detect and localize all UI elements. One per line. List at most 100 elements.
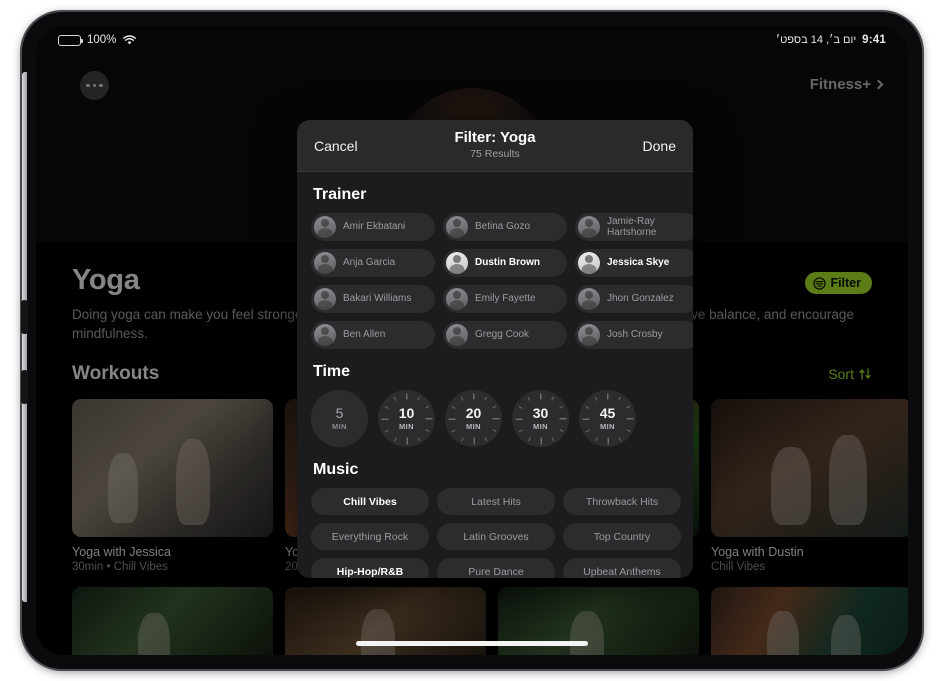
dial-tick — [550, 436, 554, 441]
trainer-avatar — [314, 216, 336, 238]
dial-tick — [626, 417, 633, 420]
trainer-name: Jessica Skye — [607, 257, 670, 269]
dial-tick — [585, 405, 590, 409]
trainer-pill[interactable]: Jamie-Ray Hartshorne — [575, 213, 693, 241]
time-option-unit: MIN — [533, 422, 548, 432]
music-pill[interactable]: Top Country — [563, 523, 681, 550]
dial-tick — [558, 405, 563, 409]
trainer-avatar — [578, 324, 600, 346]
trainer-name: Gregg Cook — [475, 329, 529, 341]
time-option-dial[interactable]: 10 MIN — [378, 390, 435, 447]
dial-tick — [416, 436, 420, 441]
time-option-dial[interactable]: 5 MIN — [311, 390, 368, 447]
music-pill[interactable]: Throwback Hits — [563, 488, 681, 515]
dial-tick — [527, 396, 531, 401]
music-pill[interactable]: Chill Vibes — [311, 488, 429, 515]
trainer-avatar — [578, 252, 600, 274]
music-grid: Chill Vibes Latest Hits Throwback Hits Ever… — [311, 488, 681, 578]
time-option-unit: MIN — [600, 422, 615, 432]
trainer-name: Anja Garcia — [343, 257, 396, 269]
dial-tick — [518, 405, 523, 409]
device-left-edge — [22, 72, 27, 602]
trainer-pill[interactable]: Amir Ekbatani — [311, 213, 435, 241]
status-bar-date: יום ב׳, 14 בספט׳ — [775, 34, 857, 46]
time-option-dial[interactable]: 20 MIN — [445, 390, 502, 447]
volume-down-button[interactable] — [21, 370, 28, 404]
dial-tick — [451, 405, 456, 409]
trainer-name: Josh Crosby — [607, 329, 663, 341]
dial-tick — [492, 417, 499, 420]
time-option-unit: MIN — [399, 422, 414, 432]
time-option-value: 45 — [599, 404, 616, 421]
trainer-pill[interactable]: Jhon Gonzalez — [575, 285, 693, 313]
trainer-avatar — [314, 288, 336, 310]
trainer-name: Ben Allen — [343, 329, 386, 341]
modal-body[interactable]: Trainer Amir Ekbatani Betina Gozo Jamie-Ra… — [297, 172, 693, 578]
time-option-dial[interactable]: 45 MIN — [579, 390, 636, 447]
cancel-button[interactable]: Cancel — [314, 138, 358, 154]
time-group-title: Time — [313, 363, 351, 380]
trainer-pill[interactable]: Emily Fayette — [443, 285, 567, 313]
time-option-value: 30 — [532, 404, 549, 421]
trainer-pill[interactable]: Betina Gozo — [443, 213, 567, 241]
trainer-avatar — [314, 252, 336, 274]
dial-tick — [483, 396, 487, 401]
ipad-screen: Fitness+ 100% יום ב׳, 14 בספט׳ 9:41 Yoga… — [36, 26, 908, 655]
dial-tick — [582, 417, 589, 420]
trainer-avatar — [446, 324, 468, 346]
time-option-dial[interactable]: 30 MIN — [512, 390, 569, 447]
dial-tick — [550, 396, 554, 401]
dial-tick — [424, 428, 429, 432]
trainer-avatar — [446, 288, 468, 310]
trainer-name: Jhon Gonzalez — [607, 293, 674, 305]
dial-tick — [559, 417, 566, 420]
trainer-pill[interactable]: Anja Garcia — [311, 249, 435, 277]
dial-tick — [393, 436, 397, 441]
trainer-name: Dustin Brown — [475, 257, 540, 269]
dial-tick — [381, 417, 388, 420]
trainer-pill[interactable]: Josh Crosby — [575, 321, 693, 349]
dial-tick — [606, 437, 609, 444]
time-options-row: 5 MIN 10 MIN 20 MIN 30 MIN 45 MIN — [311, 390, 679, 447]
music-pill[interactable]: Latest Hits — [437, 488, 555, 515]
trainer-name: Bakari Williams — [343, 293, 412, 305]
trainer-pill[interactable]: Gregg Cook — [443, 321, 567, 349]
battery-percent-label: 100% — [87, 34, 117, 46]
dial-tick — [491, 405, 496, 409]
status-bar-right: יום ב׳, 14 בספט׳ 9:41 — [776, 34, 886, 46]
dial-tick — [460, 396, 464, 401]
music-pill[interactable]: Latin Grooves — [437, 523, 555, 550]
ipad-device-frame: Fitness+ 100% יום ב׳, 14 בספט׳ 9:41 Yoga… — [21, 12, 922, 669]
dial-tick — [384, 428, 389, 432]
trainer-name: Emily Fayette — [475, 293, 536, 305]
modal-header: Cancel Filter: Yoga 75 Results Done — [297, 120, 693, 172]
time-option-unit: MIN — [466, 422, 481, 432]
dial-tick — [424, 405, 429, 409]
dial-tick — [527, 436, 531, 441]
trainer-avatar — [578, 288, 600, 310]
volume-up-button[interactable] — [21, 300, 28, 334]
done-button[interactable]: Done — [643, 138, 676, 154]
trainer-pill[interactable]: Bakari Williams — [311, 285, 435, 313]
trainer-pill[interactable]: Dustin Brown — [443, 249, 567, 277]
dial-tick — [393, 396, 397, 401]
dial-tick — [539, 393, 542, 400]
trainer-name: Jamie-Ray Hartshorne — [607, 215, 657, 238]
dial-tick — [625, 428, 630, 432]
dial-tick — [472, 437, 475, 444]
music-pill[interactable]: Hip-Hop/R&B — [311, 558, 429, 578]
music-pill[interactable]: Upbeat Anthems — [563, 558, 681, 578]
music-pill[interactable]: Pure Dance — [437, 558, 555, 578]
trainer-pill[interactable]: Ben Allen — [311, 321, 435, 349]
dial-tick — [448, 417, 455, 420]
dial-tick — [606, 393, 609, 400]
home-indicator[interactable] — [356, 641, 588, 646]
trainer-pill[interactable]: Jessica Skye — [575, 249, 693, 277]
dial-tick — [558, 428, 563, 432]
dial-tick — [451, 428, 456, 432]
dial-tick — [491, 428, 496, 432]
battery-icon — [58, 34, 83, 46]
filter-modal: Cancel Filter: Yoga 75 Results Done Trai… — [297, 120, 693, 578]
time-option-unit: MIN — [332, 422, 347, 432]
music-pill[interactable]: Everything Rock — [311, 523, 429, 550]
